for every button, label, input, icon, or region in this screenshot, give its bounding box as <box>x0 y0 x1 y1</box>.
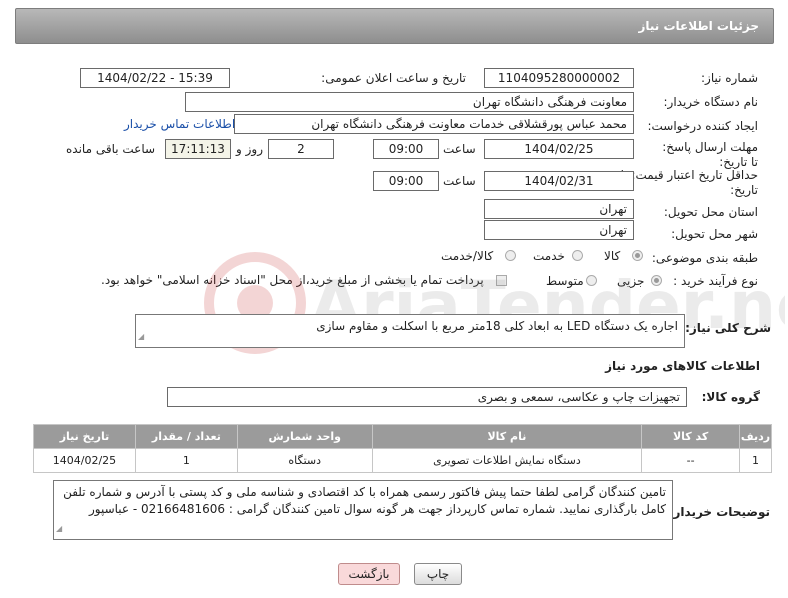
remaining-label: ساعت باقی مانده <box>66 142 156 156</box>
col-name: نام کالا <box>371 424 643 449</box>
purchase-note: پرداخت تمام یا بخشی از مبلغ خرید،از محل … <box>101 273 484 287</box>
cell-name: دستگاه نمایش اطلاعات تصویری <box>371 448 643 473</box>
buyer-contact-link[interactable]: اطلاعات تماس خریدار <box>124 117 235 131</box>
back-button[interactable]: بازگشت <box>338 563 400 585</box>
buyer-org-label: نام دستگاه خریدار: <box>663 95 759 109</box>
goods-info-title: اطلاعات کالاهای مورد نیاز <box>605 359 760 373</box>
category-radio-goods[interactable] <box>632 250 643 261</box>
deadline-date-field: 1404/02/25 <box>484 139 634 159</box>
table-header-row: ردیف کد کالا نام کالا واحد شمارش تعداد /… <box>33 424 772 449</box>
need-number-field: 1104095280000002 <box>484 68 634 88</box>
category-radio-both[interactable] <box>505 250 516 261</box>
deadline-time-field: 09:00 <box>373 139 439 159</box>
category-option-goods: کالا <box>604 249 621 263</box>
buyer-notes-label: توضیحات خریدار: <box>668 505 770 519</box>
cell-date: 1404/02/25 <box>33 448 136 473</box>
col-code: کد کالا <box>641 424 741 449</box>
deadline-label: مهلت ارسال پاسخ: تا تاریخ: <box>662 140 758 169</box>
buyer-notes-textarea: تامین کنندگان گرامی لطفا حتما پیش فاکتور… <box>53 480 673 540</box>
days-label: روز و <box>236 142 263 156</box>
resize-grip-icon[interactable]: ◢ <box>138 328 144 345</box>
col-date: تاریخ نیاز <box>33 424 136 449</box>
price-validity-label: حداقل تاریخ اعتبار قیمت: تا تاریخ: <box>620 168 758 197</box>
price-hour-label: ساعت <box>443 174 476 188</box>
goods-group-field: تجهیزات چاپ و عکاسی، سمعی و بصری <box>167 387 687 407</box>
cell-code: -- <box>641 448 741 473</box>
purchase-option-medium: متوسط <box>546 274 584 288</box>
page-header: جزئیات اطلاعات نیاز <box>15 8 774 44</box>
buyer-org-field: معاونت فرهنگی دانشگاه تهران <box>185 92 634 112</box>
need-number-label: شماره نیاز: <box>701 71 758 85</box>
province-field: تهران <box>484 199 634 219</box>
days-field: 2 <box>268 139 334 159</box>
announce-label: تاریخ و ساعت اعلان عمومی: <box>321 71 466 85</box>
summary-text: اجاره یک دستگاه LED به ابعاد کلی 18متر م… <box>316 319 678 333</box>
category-option-service: خدمت <box>533 249 565 263</box>
cell-qty: 1 <box>134 448 238 473</box>
goods-table: ردیف کد کالا نام کالا واحد شمارش تعداد /… <box>33 424 772 473</box>
notes-resize-grip-icon[interactable]: ◢ <box>56 520 62 537</box>
category-radio-service[interactable] <box>572 250 583 261</box>
category-label: طبقه بندی موضوعی: <box>651 251 758 265</box>
summary-label: شرح کلی نیاز: <box>685 321 771 335</box>
creator-label: ایجاد کننده درخواست: <box>647 119 758 133</box>
col-unit: واحد شمارش <box>236 424 373 449</box>
announce-field: 1404/02/22 - 15:39 <box>80 68 230 88</box>
col-row: ردیف <box>739 424 772 449</box>
cell-unit: دستگاه <box>236 448 373 473</box>
category-option-both: کالا/خدمت <box>441 249 494 263</box>
purchase-radio-minor[interactable] <box>651 275 662 286</box>
city-label: شهر محل تحویل: <box>671 227 758 241</box>
purchase-option-minor: جزیی <box>617 274 645 288</box>
city-field: تهران <box>484 220 634 240</box>
treasury-checkbox[interactable] <box>496 275 507 286</box>
province-label: استان محل تحویل: <box>663 205 758 219</box>
purchase-radio-medium[interactable] <box>586 275 597 286</box>
remaining-time-field: 17:11:13 <box>165 139 231 159</box>
summary-textarea: اجاره یک دستگاه LED به ابعاد کلی 18متر م… <box>135 314 685 348</box>
buyer-notes-text: تامین کنندگان گرامی لطفا حتما پیش فاکتور… <box>63 485 666 516</box>
deadline-hour-label: ساعت <box>443 142 476 156</box>
col-qty: تعداد / مقدار <box>134 424 238 449</box>
page-title: جزئیات اطلاعات نیاز <box>638 19 759 33</box>
print-button[interactable]: چاپ <box>414 563 462 585</box>
price-date-field: 1404/02/31 <box>484 171 634 191</box>
purchase-label: نوع فرآیند خرید : <box>673 274 758 288</box>
goods-group-label: گروه کالا: <box>701 390 760 404</box>
table-row: 1 -- دستگاه نمایش اطلاعات تصویری دستگاه … <box>33 448 772 473</box>
price-time-field: 09:00 <box>373 171 439 191</box>
creator-field: محمد عباس پورقشلاقی خدمات معاونت فرهنگی … <box>234 114 634 134</box>
cell-row: 1 <box>739 448 772 473</box>
